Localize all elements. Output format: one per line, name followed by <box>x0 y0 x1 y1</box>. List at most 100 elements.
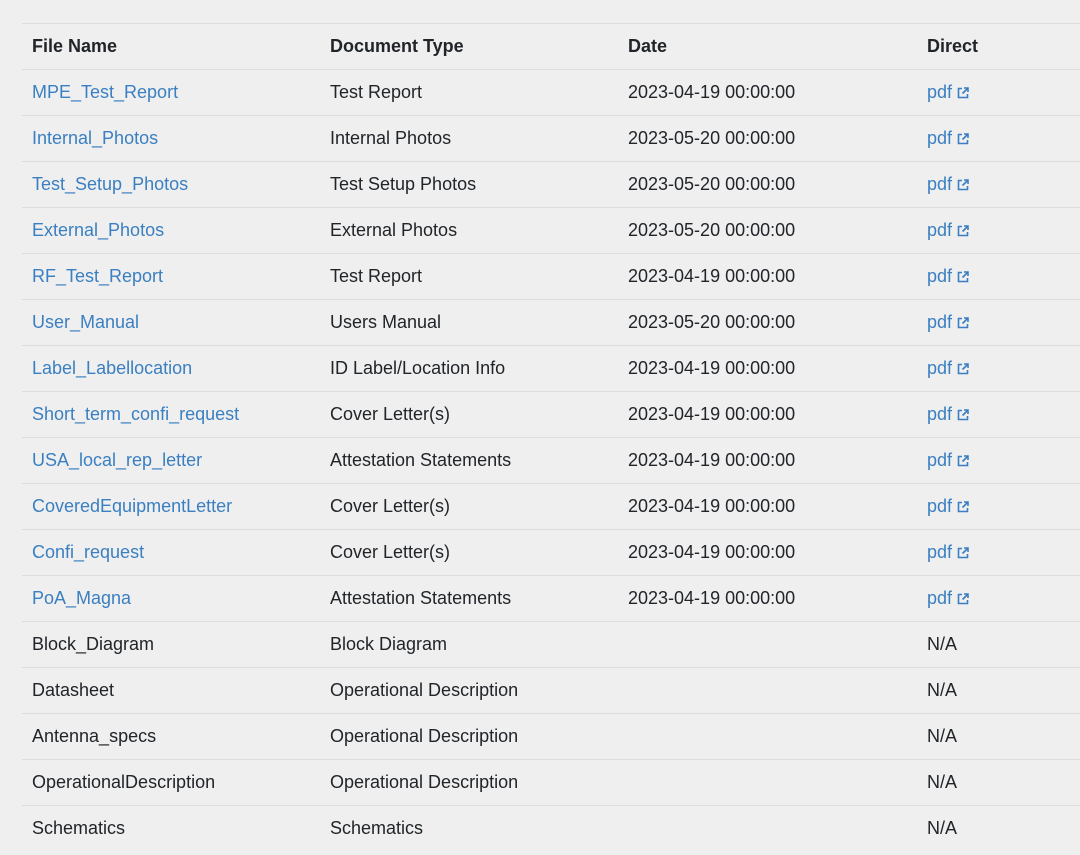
date-cell <box>618 759 917 806</box>
file-name-cell: Datasheet <box>22 667 320 714</box>
file-name-cell: USA_local_rep_letter <box>22 437 320 484</box>
date-cell: 2023-05-20 00:00:00 <box>618 115 917 162</box>
file-name-cell: PoA_Magna <box>22 575 320 622</box>
document-type-cell: Operational Description <box>320 713 618 760</box>
direct-na-text: N/A <box>927 634 958 654</box>
header-date: Date <box>618 23 917 70</box>
direct-cell: pdf <box>917 437 1080 484</box>
file-name-link[interactable]: USA_local_rep_letter <box>32 450 202 470</box>
header-file-name: File Name <box>22 23 320 70</box>
direct-na-text: N/A <box>927 818 958 838</box>
external-link-icon <box>957 363 969 375</box>
table-row: Datasheet Operational Description N/A <box>22 667 1080 714</box>
file-name-link[interactable]: Short_term_confi_request <box>32 404 239 424</box>
file-name-text: Datasheet <box>32 680 115 700</box>
direct-cell: pdf <box>917 69 1080 116</box>
header-direct: Direct <box>917 23 1080 70</box>
document-type-cell: Operational Description <box>320 759 618 806</box>
pdf-link[interactable]: pdf <box>927 588 970 608</box>
date-cell <box>618 667 917 714</box>
direct-cell: pdf <box>917 529 1080 576</box>
file-name-text: OperationalDescription <box>32 772 216 792</box>
document-type-cell: Attestation Statements <box>320 437 618 484</box>
file-name-link[interactable]: External_Photos <box>32 220 164 240</box>
file-name-text: Block_Diagram <box>32 634 155 654</box>
pdf-link-label: pdf <box>927 220 953 240</box>
pdf-link[interactable]: pdf <box>927 496 970 516</box>
file-name-link[interactable]: RF_Test_Report <box>32 266 163 286</box>
direct-na-text: N/A <box>927 772 958 792</box>
pdf-link[interactable]: pdf <box>927 450 970 470</box>
file-name-cell: External_Photos <box>22 207 320 254</box>
table-row: User_Manual Users Manual 2023-05-20 00:00:… <box>22 299 1080 346</box>
file-name-cell: Antenna_specs <box>22 713 320 760</box>
date-cell <box>618 805 917 851</box>
document-type-cell: ID Label/Location Info <box>320 345 618 392</box>
document-type-cell: Internal Photos <box>320 115 618 162</box>
direct-cell: pdf <box>917 207 1080 254</box>
pdf-link-label: pdf <box>927 82 953 102</box>
date-cell: 2023-05-20 00:00:00 <box>618 207 917 254</box>
document-type-cell: Test Report <box>320 253 618 300</box>
file-name-link[interactable]: Test_Setup_Photos <box>32 174 188 194</box>
document-type-cell: Test Setup Photos <box>320 161 618 208</box>
pdf-link[interactable]: pdf <box>927 358 970 378</box>
file-name-cell: Confi_request <box>22 529 320 576</box>
file-name-link[interactable]: User_Manual <box>32 312 139 332</box>
document-type-cell: Attestation Statements <box>320 575 618 622</box>
date-cell <box>618 713 917 760</box>
external-link-icon <box>957 133 969 145</box>
table-row: Antenna_specs Operational Description N/A <box>22 713 1080 760</box>
direct-cell: pdf <box>917 345 1080 392</box>
direct-cell: pdf <box>917 161 1080 208</box>
file-name-link[interactable]: MPE_Test_Report <box>32 82 178 102</box>
document-type-cell: Cover Letter(s) <box>320 391 618 438</box>
pdf-link[interactable]: pdf <box>927 542 970 562</box>
pdf-link[interactable]: pdf <box>927 404 970 424</box>
direct-cell: N/A <box>917 621 1080 668</box>
file-name-link[interactable]: Internal_Photos <box>32 128 158 148</box>
pdf-link[interactable]: pdf <box>927 312 970 332</box>
direct-cell: N/A <box>917 667 1080 714</box>
file-name-link[interactable]: PoA_Magna <box>32 588 131 608</box>
pdf-link-label: pdf <box>927 128 953 148</box>
document-type-cell: Cover Letter(s) <box>320 529 618 576</box>
file-name-cell: RF_Test_Report <box>22 253 320 300</box>
file-name-cell: User_Manual <box>22 299 320 346</box>
pdf-link-label: pdf <box>927 312 953 332</box>
direct-cell: pdf <box>917 299 1080 346</box>
document-type-cell: Schematics <box>320 805 618 851</box>
date-cell: 2023-04-19 00:00:00 <box>618 529 917 576</box>
document-type-cell: Cover Letter(s) <box>320 483 618 530</box>
direct-na-text: N/A <box>927 726 958 746</box>
pdf-link[interactable]: pdf <box>927 82 970 102</box>
date-cell: 2023-05-20 00:00:00 <box>618 299 917 346</box>
pdf-link[interactable]: pdf <box>927 266 970 286</box>
file-name-text: Schematics <box>32 818 126 838</box>
direct-cell: pdf <box>917 483 1080 530</box>
date-cell: 2023-04-19 00:00:00 <box>618 437 917 484</box>
external-link-icon <box>957 87 969 99</box>
file-name-link[interactable]: Label_Labellocation <box>32 358 192 378</box>
document-type-cell: Test Report <box>320 69 618 116</box>
date-cell: 2023-05-20 00:00:00 <box>618 161 917 208</box>
external-link-icon <box>957 501 969 513</box>
file-name-link[interactable]: Confi_request <box>32 542 144 562</box>
external-link-icon <box>957 317 969 329</box>
file-name-cell: Block_Diagram <box>22 621 320 668</box>
pdf-link[interactable]: pdf <box>927 174 970 194</box>
table-row: RF_Test_Report Test Report 2023-04-19 00:0… <box>22 253 1080 300</box>
pdf-link[interactable]: pdf <box>927 128 970 148</box>
direct-cell: pdf <box>917 391 1080 438</box>
table-row: Confi_request Cover Letter(s) 2023-04-19 0… <box>22 529 1080 576</box>
table-row: Internal_Photos Internal Photos 2023-05-20… <box>22 115 1080 162</box>
file-name-cell: Short_term_confi_request <box>22 391 320 438</box>
date-cell: 2023-04-19 00:00:00 <box>618 253 917 300</box>
pdf-link[interactable]: pdf <box>927 220 970 240</box>
direct-cell: pdf <box>917 575 1080 622</box>
external-link-icon <box>957 225 969 237</box>
table-row: MPE_Test_Report Test Report 2023-04-19 00:… <box>22 69 1080 116</box>
direct-na-text: N/A <box>927 680 958 700</box>
file-name-link[interactable]: CoveredEquipmentLetter <box>32 496 232 516</box>
direct-cell: N/A <box>917 805 1080 851</box>
